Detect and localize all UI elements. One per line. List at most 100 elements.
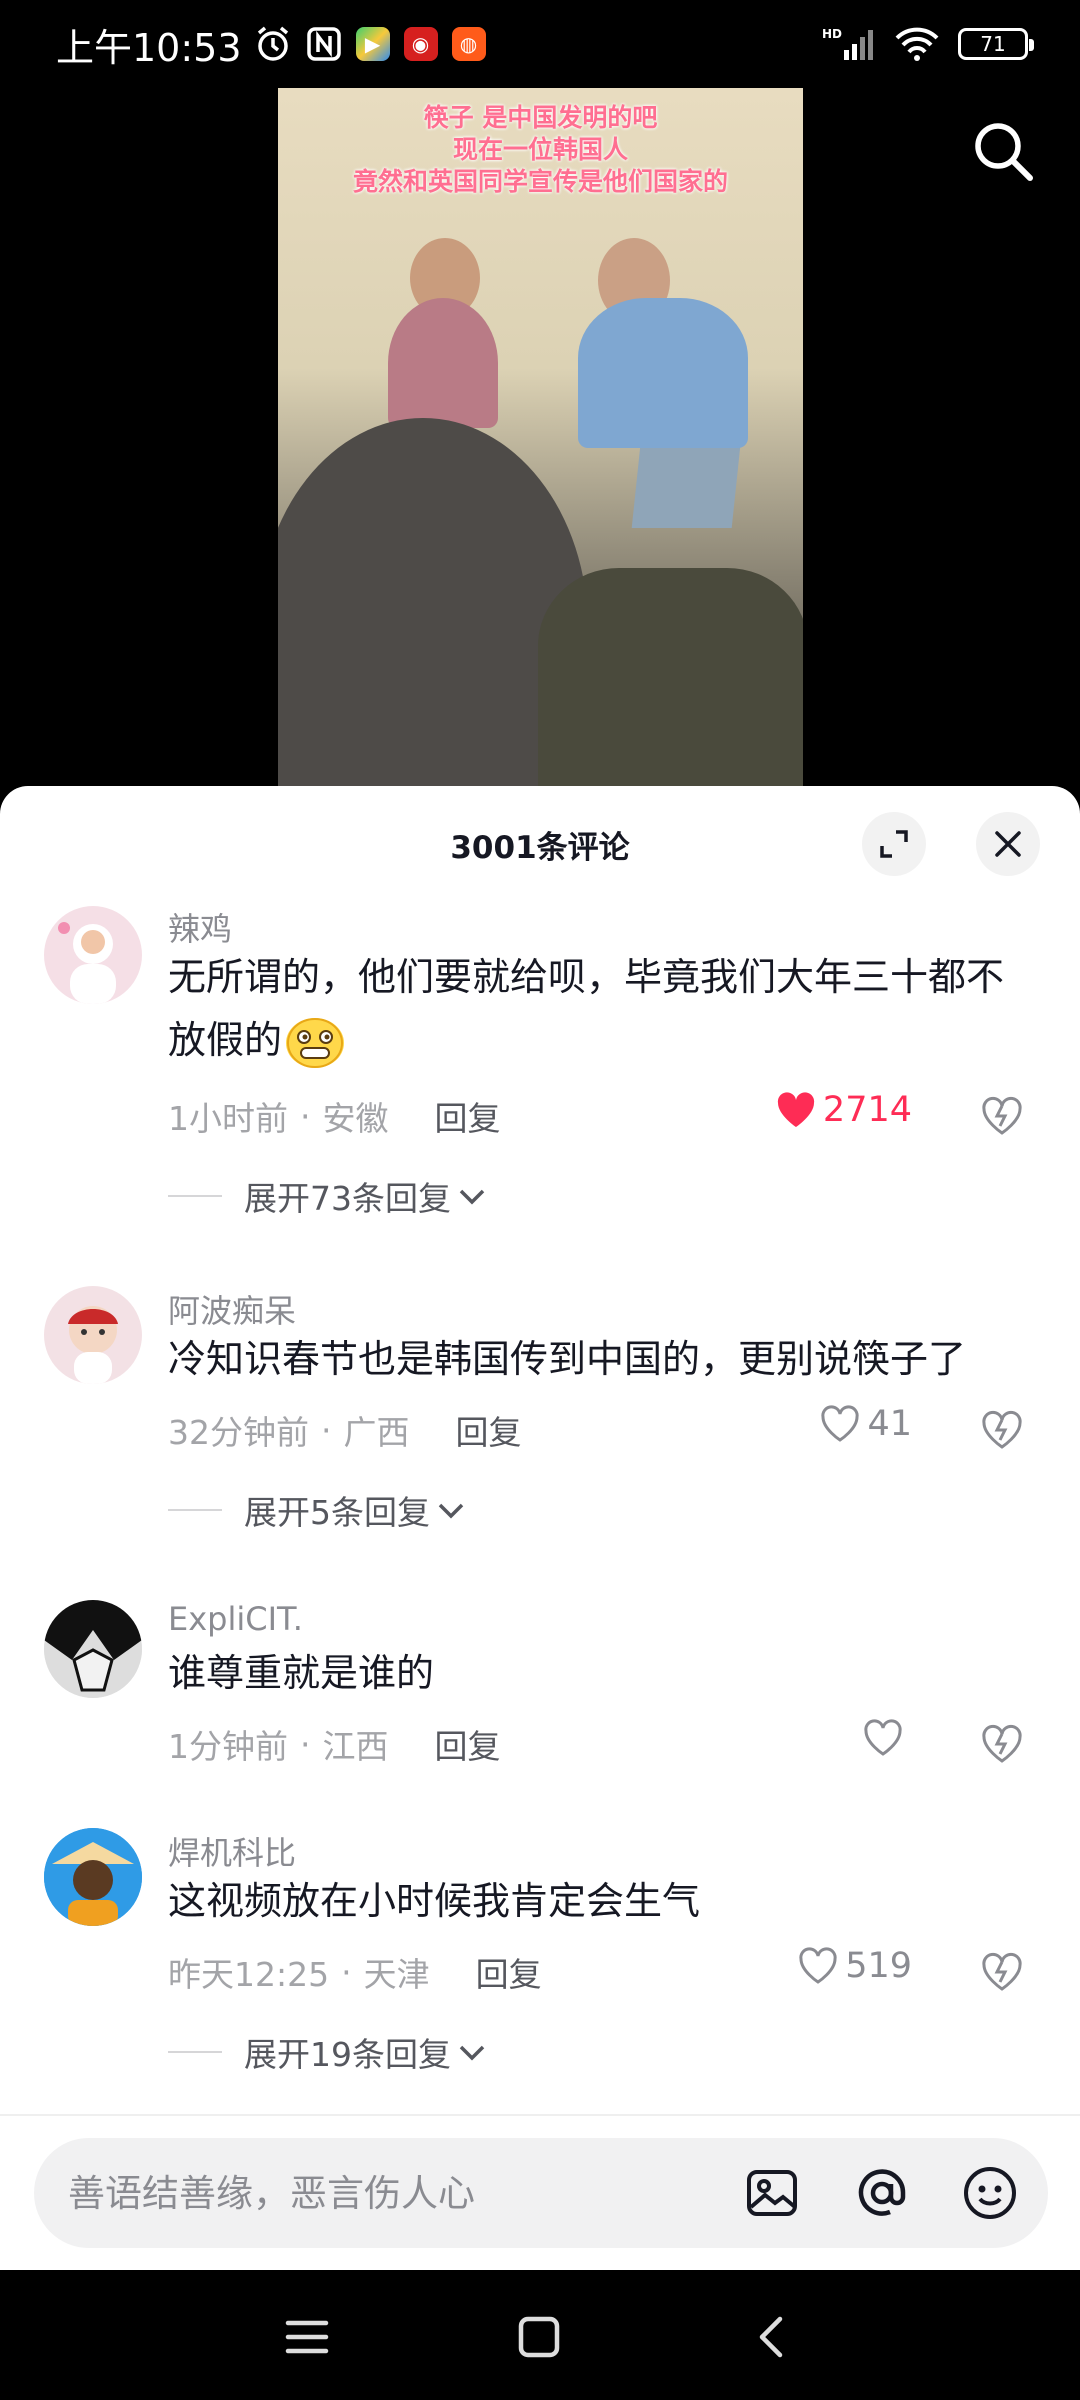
status-time: 上午10:53	[56, 25, 242, 70]
meta-separator: ·	[300, 1096, 311, 1136]
comment-text[interactable]: 无所谓的，他们要就给呗，毕竟我们大年三十都不放假的	[168, 946, 1038, 1072]
reply-button[interactable]: 回复	[435, 1092, 501, 1140]
home-icon[interactable]	[516, 2314, 562, 2360]
kuaishou-app-icon: ◍	[451, 27, 486, 61]
comment-location: 天津	[363, 1955, 430, 1994]
avatar-image	[58, 922, 116, 1004]
video-player[interactable]: 筷子 是中国发明的吧 现在一位韩国人 竟然和英国同学宣传是他们国家的	[0, 88, 1080, 788]
meta-separator: ·	[341, 1952, 352, 1992]
avatar[interactable]	[44, 1828, 142, 1926]
avatar-image	[44, 1828, 142, 1926]
comment-username[interactable]: 辣鸡	[168, 904, 232, 950]
comment-location: 广西	[343, 1413, 410, 1452]
status-right: HD 71	[822, 26, 1034, 62]
emoji-icon[interactable]	[962, 2165, 1018, 2221]
expand-replies-button[interactable]: 展开19条回复	[168, 2028, 487, 2076]
back-icon[interactable]	[750, 2314, 796, 2360]
wifi-icon	[895, 27, 939, 61]
like-button[interactable]: 41	[819, 1404, 912, 1444]
comment-username[interactable]: 焊机科比	[168, 1828, 296, 1874]
signal-icon: HD	[822, 27, 873, 60]
comment-meta: 1分钟前 · 江西 回复	[168, 1720, 501, 1768]
avatar[interactable]	[44, 906, 142, 1004]
comment-username[interactable]: ExpliCIT.	[168, 1600, 303, 1638]
like-button[interactable]	[862, 1718, 910, 1758]
dislike-heart-icon[interactable]	[980, 1722, 1024, 1766]
heart-outline-icon	[821, 1405, 860, 1442]
comment-meta: 1小时前 · 安徽 回复	[168, 1092, 501, 1140]
video-app-icon: ▶	[355, 27, 390, 61]
heart-outline-icon	[864, 1719, 902, 1756]
expand-replies-label: 展开19条回复	[244, 2035, 451, 2074]
battery-indicator: 71	[958, 28, 1034, 60]
image-icon[interactable]	[744, 2165, 800, 2221]
notification-icons: ▶ ◉ ◍	[254, 25, 486, 63]
meta-separator: ·	[321, 1410, 332, 1450]
caption-line: 竟然和英国同学宣传是他们国家的	[352, 167, 728, 196]
comment-location: 江西	[322, 1727, 389, 1766]
close-icon	[995, 831, 1021, 857]
expand-replies-label: 展开5条回复	[244, 1493, 430, 1532]
reply-button[interactable]: 回复	[476, 1948, 542, 1996]
expand-replies-label: 展开73条回复	[244, 1179, 451, 1218]
avatar[interactable]	[44, 1286, 142, 1384]
input-divider	[0, 2114, 1080, 2116]
heart-outline-icon	[799, 1947, 837, 1984]
hd-badge: HD	[822, 27, 842, 41]
menu-icon[interactable]	[284, 2314, 330, 2360]
video-foreground-jacket	[538, 568, 803, 788]
video-caption: 筷子 是中国发明的吧 现在一位韩国人 竟然和英国同学宣传是他们国家的	[278, 102, 803, 198]
comment-text[interactable]: 这视频放在小时候我肯定会生气	[168, 1870, 1038, 1933]
comment-input[interactable]	[68, 2171, 708, 2215]
avatar-image	[44, 1600, 142, 1698]
expand-line	[168, 1195, 222, 1197]
comment-time: 1分钟前	[168, 1727, 288, 1766]
avatar-image	[68, 1306, 118, 1384]
chevron-down-icon	[459, 1189, 485, 1205]
alarm-icon	[257, 26, 288, 61]
comments-header: 3001条评论	[0, 786, 1080, 902]
like-count: 2714	[822, 1090, 912, 1130]
bank-app-icon: ◉	[403, 27, 438, 61]
dislike-heart-icon[interactable]	[980, 1408, 1024, 1452]
like-button[interactable]: 519	[797, 1946, 912, 1986]
comment-time: 32分钟前	[168, 1413, 309, 1452]
comment-time: 昨天12:25	[168, 1955, 330, 1994]
comment-text[interactable]: 冷知识春节也是韩国传到中国的，更别说筷子了	[168, 1328, 1038, 1391]
comment-text[interactable]: 谁尊重就是谁的	[168, 1642, 1038, 1705]
nfc-icon	[306, 27, 341, 61]
caption-line: 现在一位韩国人	[452, 135, 628, 164]
caption-line: 筷子 是中国发明的吧	[423, 103, 658, 132]
expand-replies-button[interactable]: 展开5条回复	[168, 1486, 466, 1534]
avatar[interactable]	[44, 1600, 142, 1698]
like-count: 519	[845, 1946, 912, 1986]
status-bar: 上午10:53 ▶ ◉ ◍ HD 71	[0, 0, 1080, 88]
mention-icon[interactable]	[854, 2165, 910, 2221]
expand-line	[168, 1509, 222, 1511]
video-person	[388, 298, 498, 428]
like-button[interactable]: 2714	[775, 1090, 912, 1130]
chevron-down-icon	[438, 1503, 464, 1519]
comment-meta: 昨天12:25 · 天津 回复	[168, 1948, 542, 1996]
comment-item: 辣鸡 无所谓的，他们要就给呗，毕竟我们大年三十都不放假的 1小时前 · 安徽 回…	[0, 904, 1080, 1218]
comment-item: 焊机科比 这视频放在小时候我肯定会生气 昨天12:25 · 天津 回复 519 …	[0, 1828, 1080, 2088]
expand-line	[168, 2051, 222, 2053]
fullscreen-button[interactable]	[862, 812, 926, 876]
like-count: 41	[867, 1404, 912, 1444]
comments-sheet: 3001条评论 辣鸡 无所谓的，他们要就给呗，毕竟我们大年三十都不放假的 1小时…	[0, 786, 1080, 2270]
comment-username[interactable]: 阿波痴呆	[168, 1286, 296, 1332]
dislike-heart-icon[interactable]	[980, 1950, 1024, 1994]
close-button[interactable]	[976, 812, 1040, 876]
system-nav-bar	[0, 2270, 1080, 2400]
video-person	[578, 298, 748, 448]
expand-replies-button[interactable]: 展开73条回复	[168, 1172, 487, 1220]
reply-button[interactable]: 回复	[435, 1720, 501, 1768]
video-frame[interactable]: 筷子 是中国发明的吧 现在一位韩国人 竟然和英国同学宣传是他们国家的	[278, 88, 803, 788]
comment-input-bar	[34, 2138, 1048, 2248]
comment-item: ExpliCIT. 谁尊重就是谁的 1分钟前 · 江西 回复	[0, 1600, 1080, 1790]
search-icon[interactable]	[970, 118, 1036, 184]
comment-location: 安徽	[322, 1099, 389, 1138]
comments-count-title: 3001条评论	[450, 829, 630, 866]
reply-button[interactable]: 回复	[456, 1406, 522, 1454]
dislike-heart-icon[interactable]	[980, 1094, 1024, 1138]
